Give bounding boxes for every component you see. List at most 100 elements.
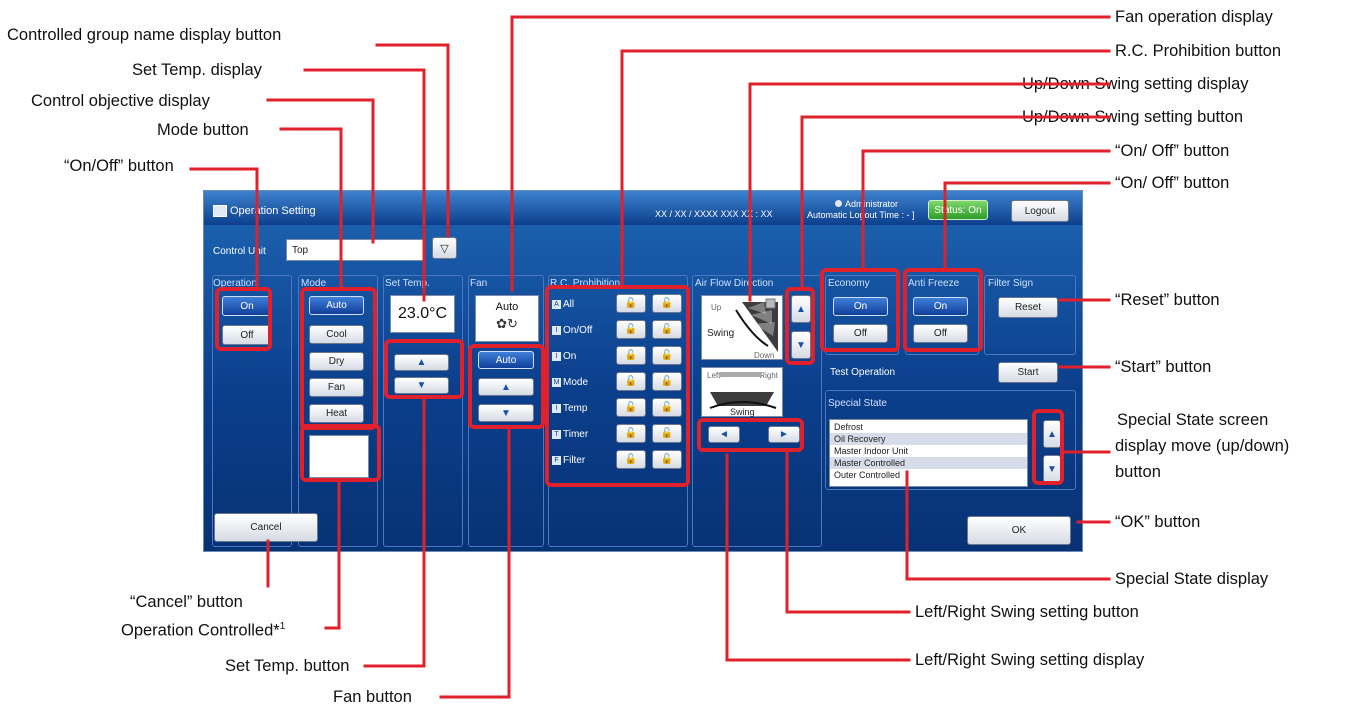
special-state-head: Special State <box>828 398 887 409</box>
operation-setting-screen: Operation Setting XX / XX / XXXX XXX XX … <box>203 190 1083 552</box>
fan-display-text: Auto <box>495 301 519 313</box>
fan-operation-display: Auto ✿↻ <box>475 295 539 342</box>
rc-lock-button[interactable]: 🔓 <box>616 372 646 391</box>
rc-row-icon: A <box>552 299 561 309</box>
logout-button[interactable]: Logout <box>1011 200 1069 222</box>
label-operation-controlled-text: Operation Controlled* <box>121 621 280 640</box>
rc-row-text: Timer <box>563 428 589 440</box>
lr-left-button[interactable]: ◄ <box>708 426 740 443</box>
rc-lock-button[interactable]: 🔓 <box>616 398 646 417</box>
list-item: Master Controlled <box>830 457 1027 469</box>
rc-lock-button[interactable]: 🔓 <box>616 294 646 313</box>
fan-auto-button[interactable]: Auto <box>478 351 534 369</box>
rc-row-label: A All <box>552 296 612 312</box>
rc-lock-button[interactable]: 🔓 <box>652 398 682 417</box>
group-select-button[interactable]: ▽ <box>432 237 457 259</box>
label-on-off-button: “On/Off” button <box>64 157 174 175</box>
operation-head: Operation <box>213 278 257 289</box>
lock-icon: 🔓 <box>660 350 674 361</box>
rc-lock-button[interactable]: 🔓 <box>616 320 646 339</box>
label-economy-on-off: “On/ Off” button <box>1115 142 1230 160</box>
rc-lock-button[interactable]: 🔓 <box>652 372 682 391</box>
lock-icon: 🔓 <box>660 376 674 387</box>
special-state-up-button[interactable]: ▲ <box>1043 420 1061 448</box>
test-operation-label: Test Operation <box>830 367 896 378</box>
control-unit-field[interactable]: Top <box>286 239 424 261</box>
cancel-button[interactable]: Cancel <box>214 513 318 542</box>
mode-cool-button[interactable]: Cool <box>309 325 364 344</box>
rc-lock-button[interactable]: 🔓 <box>652 294 682 313</box>
list-item: Outer Controlled <box>834 470 901 480</box>
set-temp-value: 23.0°C <box>397 305 448 322</box>
footnote-mark: 1 <box>279 621 286 632</box>
rc-lock-button[interactable]: 🔓 <box>652 320 682 339</box>
lock-icon: 🔓 <box>624 298 638 309</box>
airflow-head: Air Flow Direction <box>695 278 774 289</box>
filter-reset-button[interactable]: Reset <box>998 297 1058 318</box>
control-unit-value: Top <box>292 245 309 256</box>
rc-lock-button[interactable]: 🔓 <box>652 424 682 443</box>
fan-up-button[interactable]: ▲ <box>478 378 534 396</box>
lock-icon: 🔓 <box>660 402 674 413</box>
mode-dry-button[interactable]: Dry <box>309 352 364 371</box>
economy-on-button[interactable]: On <box>833 297 888 316</box>
set-temp-up-button[interactable]: ▲ <box>394 354 449 371</box>
label-set-temp-button: Set Temp. button <box>225 657 350 675</box>
lock-icon: 🔓 <box>624 350 638 361</box>
fan-icon: ✿↻ <box>496 316 518 331</box>
filter-sign-head: Filter Sign <box>988 278 1034 289</box>
updown-up-button[interactable]: ▲ <box>791 295 811 323</box>
arrow-down-icon: ▼ <box>501 407 511 419</box>
user-icon <box>835 200 842 207</box>
rc-lock-button[interactable]: 🔓 <box>652 346 682 365</box>
list-item: Master Indoor Unit <box>834 446 909 456</box>
lock-icon: 🔓 <box>624 428 638 439</box>
anti-freeze-on-button[interactable]: On <box>913 297 968 316</box>
operation-controlled-display <box>309 435 369 478</box>
fan-down-button[interactable]: ▼ <box>478 404 534 422</box>
operation-off-button[interactable]: Off <box>222 325 272 345</box>
label-control-objective: Control objective display <box>31 92 210 110</box>
rc-row-icon: I <box>552 403 561 413</box>
label-set-temp-display: Set Temp. display <box>132 61 262 79</box>
label-fan-button: Fan button <box>333 688 412 706</box>
rc-row-label: I On <box>552 348 612 364</box>
rc-row-icon: F <box>552 455 561 465</box>
arrow-up-icon: ▲ <box>416 357 427 368</box>
rc-row-icon: I <box>552 351 561 361</box>
economy-off-button[interactable]: Off <box>833 324 888 343</box>
chevron-down-icon: ▽ <box>440 242 449 255</box>
updown-vane-icon <box>735 298 778 352</box>
label-controlled-group-name: Controlled group name display button <box>7 26 282 44</box>
anti-freeze-off-button[interactable]: Off <box>913 324 968 343</box>
economy-head: Economy <box>828 278 870 289</box>
updown-down-button[interactable]: ▼ <box>791 331 811 359</box>
test-start-button[interactable]: Start <box>998 362 1058 383</box>
rc-lock-button[interactable]: 🔓 <box>616 346 646 365</box>
operation-on-button[interactable]: On <box>222 296 272 316</box>
lr-right-button[interactable]: ► <box>768 426 800 443</box>
rc-row-icon: T <box>552 429 561 439</box>
arrow-down-icon: ▼ <box>416 380 427 391</box>
ok-button[interactable]: OK <box>967 516 1071 545</box>
set-temp-head: Set Temp. <box>385 278 430 289</box>
special-state-list: Defrost Oil Recovery Master Indoor Unit … <box>829 419 1028 487</box>
label-updown-display: Up/Down Swing setting display <box>1022 75 1249 93</box>
label-anti-freeze-on-off: “On/ Off” button <box>1115 174 1230 192</box>
lock-icon: 🔓 <box>624 454 638 465</box>
set-temp-down-button[interactable]: ▼ <box>394 377 449 394</box>
label-special-state-display: Special State display <box>1115 570 1269 588</box>
rc-row-text: All <box>563 298 575 310</box>
label-ok-button: “OK” button <box>1115 513 1201 531</box>
lock-icon: 🔓 <box>660 454 674 465</box>
mode-auto-button[interactable]: Auto <box>309 296 364 315</box>
datetime: XX / XX / XXXX XXX XX : XX <box>655 209 773 219</box>
rc-lock-button[interactable]: 🔓 <box>652 450 682 469</box>
mode-heat-button[interactable]: Heat <box>309 404 364 423</box>
rc-lock-button[interactable]: 🔓 <box>616 424 646 443</box>
special-state-down-button[interactable]: ▼ <box>1043 455 1061 483</box>
label-operation-controlled: Operation Controlled*1 <box>121 617 285 641</box>
rc-lock-button[interactable]: 🔓 <box>616 450 646 469</box>
mode-fan-button[interactable]: Fan <box>309 378 364 397</box>
control-unit-label: Control Unit <box>213 246 266 257</box>
